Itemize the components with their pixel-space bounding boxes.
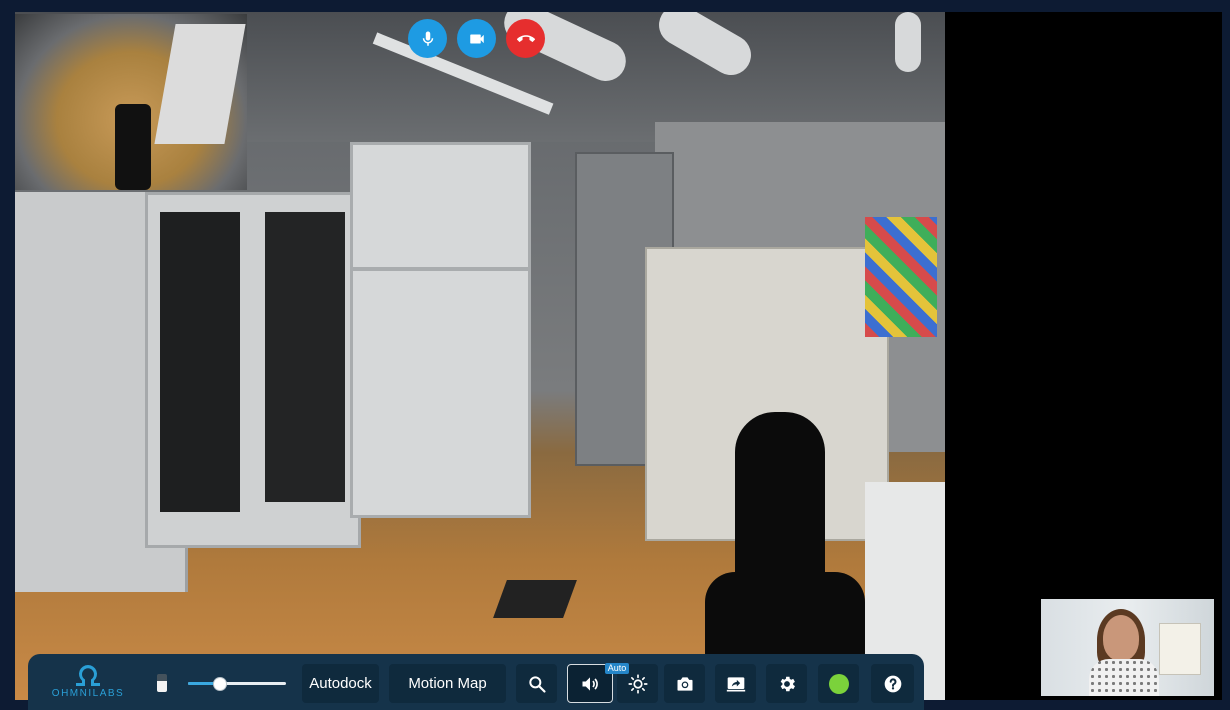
downward-camera-feed[interactable] xyxy=(15,14,247,190)
logo-text: OHMNILABS xyxy=(51,688,125,699)
robot-base xyxy=(115,104,151,190)
snapshot-button[interactable] xyxy=(664,664,705,703)
connection-status-button[interactable] xyxy=(818,664,859,703)
camera-icon xyxy=(677,676,692,691)
slider-thumb[interactable] xyxy=(213,677,228,691)
connection-status-dot xyxy=(828,673,849,694)
whiteboard xyxy=(1159,623,1201,675)
side-panel xyxy=(945,12,1222,700)
video-camera-icon xyxy=(469,34,484,43)
autodock-button[interactable]: Autodock xyxy=(302,664,379,703)
help-icon xyxy=(884,675,901,692)
brightness-icon xyxy=(627,673,648,694)
microphone-icon xyxy=(422,31,433,46)
table xyxy=(154,24,246,144)
ohmnilabs-logo: OHMNILABS xyxy=(44,664,132,700)
call-controls xyxy=(408,19,545,58)
self-view-video[interactable] xyxy=(1041,599,1214,696)
person-face xyxy=(1103,615,1139,661)
person-body xyxy=(1089,659,1159,696)
zoom-button[interactable] xyxy=(516,664,557,703)
help-button[interactable] xyxy=(871,664,914,703)
cabinet xyxy=(350,142,531,518)
share-screen-button[interactable] xyxy=(715,664,756,703)
phone-hangup-icon xyxy=(516,34,535,42)
settings-button[interactable] xyxy=(766,664,807,703)
cabinet-glass-pane xyxy=(160,212,240,512)
search-icon xyxy=(528,675,546,693)
battery-icon xyxy=(157,674,167,692)
microphone-button[interactable] xyxy=(408,19,447,58)
speaker-icon xyxy=(582,676,598,691)
control-toolbar: OHMNILABS Autodock Motion Map xyxy=(28,654,924,710)
cabinet-divider xyxy=(350,267,528,271)
share-screen-icon xyxy=(726,676,745,691)
omega-logo-icon xyxy=(76,665,100,686)
camera-button[interactable] xyxy=(457,19,496,58)
gear-icon xyxy=(780,676,795,691)
cabinet-glass-pane xyxy=(265,212,345,502)
speed-slider[interactable] xyxy=(188,677,286,691)
ceiling-pipe xyxy=(895,12,921,72)
motion-map-button[interactable]: Motion Map xyxy=(389,664,506,703)
wall-poster xyxy=(865,217,937,337)
hangup-button[interactable] xyxy=(506,19,545,58)
floor-vent xyxy=(493,580,577,618)
brightness-auto-badge: Auto xyxy=(605,663,629,674)
